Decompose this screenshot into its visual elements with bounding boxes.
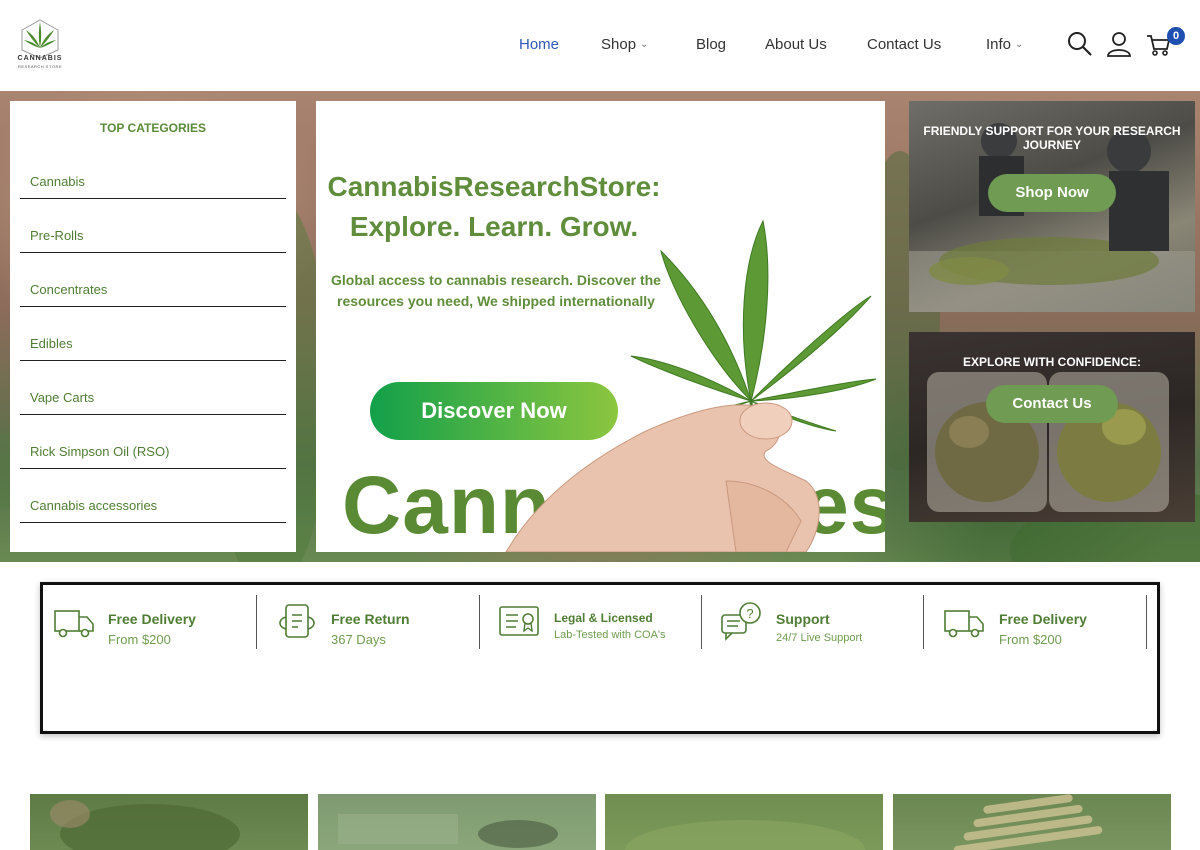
nav-blog[interactable]: Blog bbox=[696, 36, 726, 53]
logo-subtext: RESEARCH STORE bbox=[17, 64, 63, 69]
nav-home[interactable]: Home bbox=[519, 36, 559, 53]
feature-divider bbox=[1146, 595, 1147, 649]
promo-card-explore[interactable]: EXPLORE WITH CONFIDENCE: Contact Us bbox=[909, 332, 1195, 522]
product-tile-image bbox=[625, 820, 865, 850]
features-strip: Free Delivery From $200 Free Return 367 … bbox=[40, 582, 1160, 734]
feature-item: ? Support 24/7 Live Support bbox=[720, 595, 920, 651]
hero-section: TOP CATEGORIES Cannabis Pre-Rolls Concen… bbox=[0, 91, 1200, 562]
nav-info-label: Info bbox=[986, 36, 1012, 53]
support-chat-icon: ? bbox=[721, 602, 761, 641]
cannabis-leaf-logo-icon bbox=[21, 19, 59, 59]
user-icon[interactable] bbox=[1105, 30, 1133, 58]
category-label: Cannabis bbox=[30, 174, 85, 189]
promo-explore-title: EXPLORE WITH CONFIDENCE: bbox=[962, 355, 1141, 369]
nav-home-label: Home bbox=[519, 36, 560, 53]
feature-item: Free Delivery From $200 bbox=[943, 595, 1143, 651]
feature-divider bbox=[923, 595, 924, 649]
truck-icon bbox=[944, 610, 984, 638]
return-icon bbox=[279, 604, 315, 638]
feature-divider bbox=[256, 595, 257, 649]
nav-about[interactable]: About Us bbox=[765, 36, 827, 53]
feature-item: Free Delivery From $200 bbox=[53, 595, 253, 651]
certificate-icon bbox=[499, 606, 539, 636]
contact-us-button[interactable]: Contact Us bbox=[986, 385, 1118, 423]
truck-icon bbox=[54, 610, 94, 638]
feature-title: Free Return bbox=[331, 611, 410, 627]
promo-support-title: FRIENDLY SUPPORT FOR YOUR RESEARCH JOURN… bbox=[923, 124, 1181, 152]
category-label: Rick Simpson Oil (RSO) bbox=[30, 444, 170, 459]
nav-shop[interactable]: Shop ⌄ bbox=[601, 36, 648, 53]
category-item[interactable]: Cannabis accessories bbox=[20, 493, 286, 523]
category-label: Concentrates bbox=[30, 282, 108, 297]
category-label: Edibles bbox=[30, 336, 73, 351]
nav-contact-label: Contact Us bbox=[867, 36, 942, 53]
category-item[interactable]: Concentrates bbox=[20, 277, 286, 307]
banner-heading: CannabisResearchStore: Explore. Learn. G… bbox=[316, 167, 672, 247]
discover-now-button[interactable]: Discover Now bbox=[370, 382, 618, 440]
site-header: CANNABIS RESEARCH STORE Home Shop ⌄ Blog … bbox=[0, 0, 1200, 90]
banner-heading-line2: Explore. Learn. Grow. bbox=[349, 211, 639, 242]
nav-about-label: About Us bbox=[765, 36, 827, 53]
category-item[interactable]: Vape Carts bbox=[20, 385, 286, 415]
category-item[interactable]: Rick Simpson Oil (RSO) bbox=[20, 439, 286, 469]
feature-item: Free Return 367 Days bbox=[273, 595, 473, 651]
feature-divider bbox=[479, 595, 480, 649]
category-label: Vape Carts bbox=[30, 390, 95, 405]
feature-title: Support bbox=[776, 611, 830, 627]
feature-subtitle: From $200 bbox=[108, 632, 171, 647]
nav-shop-label: Shop bbox=[601, 36, 637, 53]
category-label: Pre-Rolls bbox=[30, 228, 84, 243]
category-item[interactable]: Pre-Rolls bbox=[20, 223, 286, 253]
nav-contact[interactable]: Contact Us bbox=[867, 36, 941, 53]
feature-subtitle: 24/7 Live Support bbox=[776, 632, 863, 644]
category-item[interactable]: Cannabis bbox=[20, 169, 286, 199]
site-logo[interactable]: CANNABIS RESEARCH STORE bbox=[14, 18, 66, 72]
nav-blog-label: Blog bbox=[696, 36, 727, 53]
feature-title: Free Delivery bbox=[108, 611, 196, 627]
categories-title: TOP CATEGORIES bbox=[99, 121, 207, 135]
shop-now-button[interactable]: Shop Now bbox=[988, 174, 1116, 212]
category-item[interactable]: Edibles bbox=[20, 331, 286, 361]
nav-info[interactable]: Info ⌄ bbox=[986, 36, 1023, 53]
product-tile-image bbox=[338, 814, 558, 848]
feature-title: Free Delivery bbox=[999, 611, 1087, 627]
banner-description: Global access to cannabis research. Disc… bbox=[331, 272, 661, 309]
category-label: Cannabis accessories bbox=[30, 498, 158, 513]
top-categories-panel: TOP CATEGORIES Cannabis Pre-Rolls Concen… bbox=[10, 101, 296, 552]
feature-divider bbox=[701, 595, 702, 649]
feature-subtitle: From $200 bbox=[999, 632, 1062, 647]
search-icon[interactable] bbox=[1066, 30, 1094, 58]
main-banner[interactable]: Cannabis Res CannabisResearchStore: bbox=[316, 101, 885, 552]
product-tile[interactable] bbox=[318, 794, 596, 850]
banner-heading-line1: CannabisResearchStore: bbox=[327, 171, 661, 202]
svg-text:?: ? bbox=[746, 606, 753, 621]
product-tile[interactable] bbox=[605, 794, 883, 850]
cart-count-badge: 0 bbox=[1167, 27, 1185, 45]
chevron-down-icon: ⌄ bbox=[1015, 39, 1024, 50]
feature-item: Legal & Licensed Lab-Tested with COA's bbox=[498, 595, 698, 651]
feature-subtitle: 367 Days bbox=[331, 632, 386, 647]
logo-text: CANNABIS bbox=[17, 55, 63, 62]
product-tile[interactable] bbox=[30, 794, 308, 850]
product-tile-image bbox=[953, 794, 1103, 850]
product-tile[interactable] bbox=[893, 794, 1171, 850]
promo-card-support[interactable]: FRIENDLY SUPPORT FOR YOUR RESEARCH JOURN… bbox=[909, 101, 1195, 312]
chevron-down-icon: ⌄ bbox=[640, 39, 649, 50]
feature-subtitle: Lab-Tested with COA's bbox=[554, 629, 666, 641]
product-tile-image bbox=[50, 800, 240, 850]
feature-title: Legal & Licensed bbox=[554, 611, 653, 625]
